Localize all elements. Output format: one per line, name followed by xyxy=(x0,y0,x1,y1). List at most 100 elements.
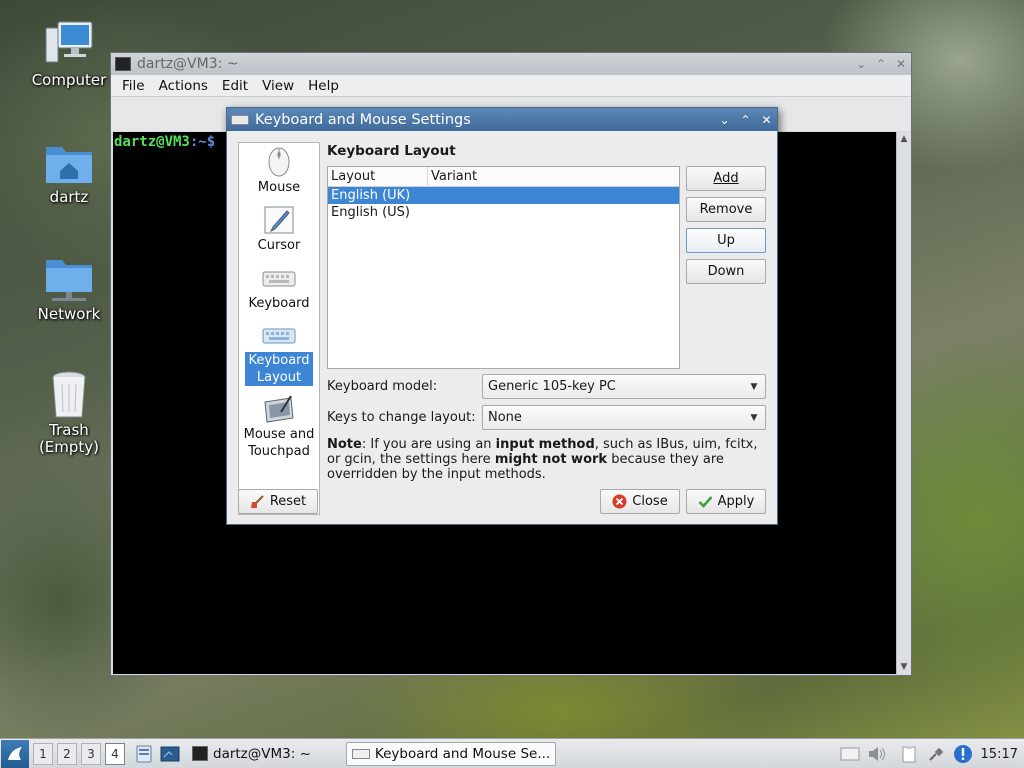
table-header: Layout Variant xyxy=(328,167,679,187)
keyboard-model-select[interactable]: Generic 105-key PC ▼ xyxy=(482,374,766,399)
row-layout: English (US) xyxy=(331,205,410,220)
terminal-titlebar[interactable]: dartz@VM3: ~ ⌄ ⌃ ✕ xyxy=(111,53,911,75)
trash-icon xyxy=(44,370,94,420)
keys-change-layout-label: Keys to change layout: xyxy=(327,410,476,425)
network-plug-icon[interactable] xyxy=(924,742,948,766)
close-icon[interactable]: ✕ xyxy=(891,57,911,71)
sidebar-item-mouse[interactable]: Mouse xyxy=(239,147,319,196)
up-button-label: Up xyxy=(717,233,735,248)
menu-view[interactable]: View xyxy=(255,78,301,94)
touchpad-icon xyxy=(261,394,297,424)
keyboard-layout-icon xyxy=(261,320,297,350)
keys-change-layout-value: None xyxy=(488,410,522,425)
column-header-variant[interactable]: Variant xyxy=(428,167,679,186)
file-manager-launcher-icon[interactable] xyxy=(133,743,155,765)
sidebar-item-keyboard-layout[interactable]: Keyboard Layout xyxy=(239,320,319,386)
reset-button[interactable]: Reset xyxy=(238,489,318,514)
note-bold: input method xyxy=(495,437,595,452)
column-header-layout[interactable]: Layout xyxy=(328,167,428,186)
table-row[interactable]: English (UK) xyxy=(328,187,679,204)
system-tray: 15:17 xyxy=(835,739,1024,768)
terminal-scrollbar[interactable]: ▲ ▼ xyxy=(896,132,910,674)
sidebar-item-cursor[interactable]: Cursor xyxy=(239,205,319,254)
desktop-icon-computer[interactable]: Computer xyxy=(14,20,124,89)
menu-help[interactable]: Help xyxy=(301,78,346,94)
keyboard-icon xyxy=(351,748,370,759)
menu-actions[interactable]: Actions xyxy=(152,78,215,94)
sidebar-item-label: Cursor xyxy=(257,238,301,253)
workspace-2[interactable]: 2 xyxy=(57,742,77,765)
apply-button-label: Apply xyxy=(717,494,755,509)
desktop-icon-label: Network xyxy=(37,305,101,323)
sidebar-item-mouse-touchpad[interactable]: Mouse and Touchpad xyxy=(239,394,319,460)
dropdown-arrow-icon: ▼ xyxy=(750,412,758,423)
keyboard-icon xyxy=(261,263,297,293)
reset-button-label: Reset xyxy=(269,494,307,509)
dialog-title: Keyboard and Mouse Settings xyxy=(255,111,471,128)
notification-icon[interactable] xyxy=(951,742,975,766)
maximize-icon[interactable]: ⌃ xyxy=(871,57,891,71)
menu-edit[interactable]: Edit xyxy=(215,78,255,94)
close-button[interactable]: Close xyxy=(600,489,680,514)
broom-icon xyxy=(250,494,265,509)
row-layout: English (UK) xyxy=(331,188,411,203)
scroll-up-icon[interactable]: ▲ xyxy=(897,134,911,144)
desktop-icon-label: Trash (Empty) xyxy=(38,421,100,456)
cursor-icon xyxy=(261,205,297,235)
close-button-label: Close xyxy=(632,494,668,509)
clipboard-icon[interactable] xyxy=(897,742,921,766)
down-button[interactable]: Down xyxy=(686,259,766,284)
dialog-titlebar[interactable]: Keyboard and Mouse Settings ⌄ ⌃ ✕ xyxy=(227,108,777,131)
keyboard-icon xyxy=(231,114,249,125)
minimize-icon[interactable]: ⌄ xyxy=(851,57,871,71)
section-title: Keyboard Layout xyxy=(327,143,456,159)
close-circle-icon xyxy=(612,494,627,509)
sidebar-item-label: Mouse and Touchpad xyxy=(243,427,315,459)
desktop-icon-label: Computer xyxy=(31,71,107,89)
note-bold: Note xyxy=(327,437,362,452)
desktop-launcher-icon[interactable] xyxy=(159,743,181,765)
workspace-1[interactable]: 1 xyxy=(33,742,53,765)
keys-change-layout-select[interactable]: None ▼ xyxy=(482,405,766,430)
desktop-icon-label: dartz xyxy=(49,188,89,206)
start-menu-button[interactable] xyxy=(1,739,29,768)
prompt-user: dartz@VM3 xyxy=(114,134,190,150)
workspace-3[interactable]: 3 xyxy=(81,742,101,765)
keyboard-indicator-icon[interactable] xyxy=(838,742,862,766)
remove-button-label: Remove xyxy=(699,202,753,217)
scroll-down-icon[interactable]: ▼ xyxy=(897,662,911,672)
workspace-4[interactable]: 4 xyxy=(105,742,125,765)
maximize-icon[interactable]: ⌃ xyxy=(735,113,756,127)
keyboard-model-label: Keyboard model: xyxy=(327,379,438,394)
layout-table[interactable]: Layout Variant English (UK) English (US) xyxy=(327,166,680,369)
apply-button[interactable]: Apply xyxy=(686,489,766,514)
desktop-icon-home[interactable]: dartz xyxy=(14,137,124,206)
add-button-label: Add xyxy=(713,171,739,186)
checkmark-icon xyxy=(698,494,713,509)
home-folder-icon xyxy=(44,137,94,187)
computer-icon xyxy=(44,20,94,70)
clock[interactable]: 15:17 xyxy=(981,747,1018,762)
keyboard-model-value: Generic 105-key PC xyxy=(488,379,616,394)
task-terminal[interactable]: dartz@VM3: ~ xyxy=(187,742,316,766)
volume-icon[interactable] xyxy=(865,742,889,766)
menu-file[interactable]: File xyxy=(115,78,152,94)
task-keyboard-settings[interactable]: Keyboard and Mouse Se... xyxy=(345,741,557,766)
desktop-icon-trash[interactable]: Trash (Empty) xyxy=(14,370,124,456)
sidebar-item-label: Mouse xyxy=(257,180,301,195)
add-button[interactable]: Add xyxy=(686,166,766,191)
remove-button[interactable]: Remove xyxy=(686,197,766,222)
minimize-icon[interactable]: ⌄ xyxy=(714,113,735,127)
up-button[interactable]: Up xyxy=(686,228,766,253)
table-row[interactable]: English (US) xyxy=(328,204,679,221)
sidebar-item-label: Keyboard Layout xyxy=(245,352,313,386)
sidebar-item-label: Keyboard xyxy=(248,296,310,311)
down-button-label: Down xyxy=(707,264,745,279)
start-logo-icon xyxy=(8,746,22,760)
sidebar-item-keyboard[interactable]: Keyboard xyxy=(239,263,319,312)
taskbar: 1 2 3 4 dartz@VM3: ~ Keyboard and Mouse … xyxy=(0,738,1024,768)
desktop-icon-network[interactable]: Network xyxy=(14,254,124,323)
dropdown-arrow-icon: ▼ xyxy=(750,381,758,392)
settings-sidebar: Mouse Cursor Keyboard Keyboard Layout Mo… xyxy=(238,142,320,515)
close-icon[interactable]: ✕ xyxy=(756,113,777,127)
